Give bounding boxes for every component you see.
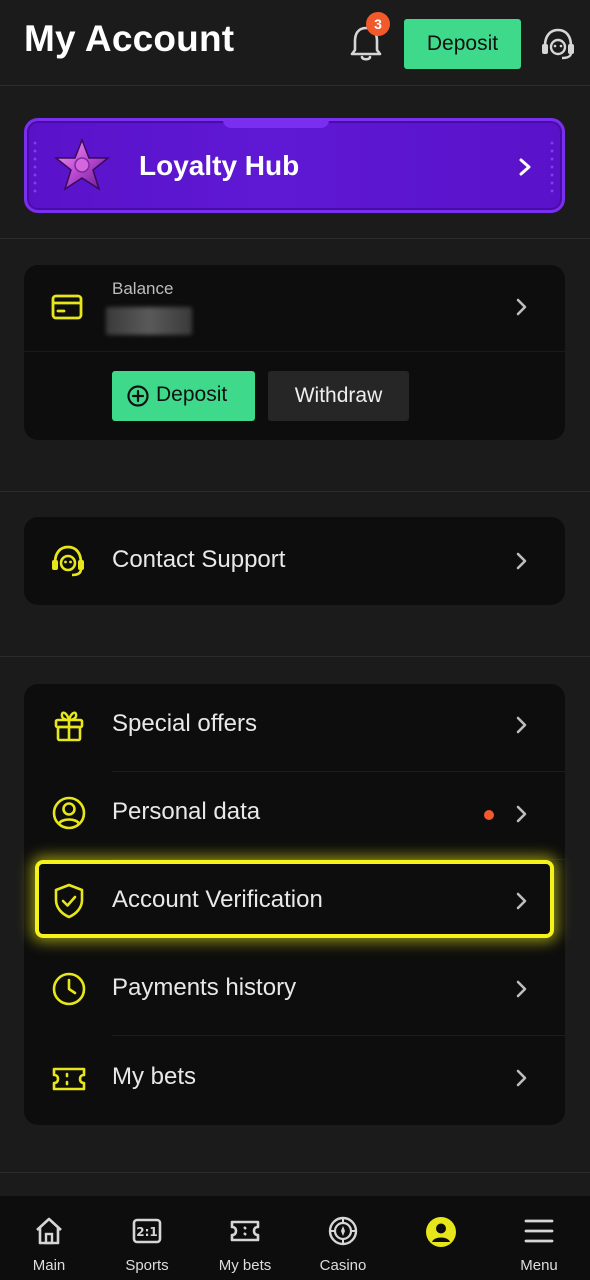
menu-item-label: My bets (112, 1063, 197, 1090)
menu-icon (524, 1219, 554, 1243)
menu-item-label: Special offers (112, 710, 257, 737)
user-circle-icon (52, 796, 86, 830)
chevron-right-icon (516, 716, 527, 734)
menu-item-payments-history[interactable]: Payments history (24, 948, 565, 1036)
chevron-right-icon (516, 980, 527, 998)
chevron-right-icon (516, 552, 527, 570)
banner-notch (223, 121, 329, 128)
deposit-button[interactable]: Deposit (112, 371, 255, 421)
nav-label: Main (32, 1257, 66, 1274)
nav-label: Casino (319, 1257, 367, 1274)
nav-label: Sports (125, 1257, 169, 1274)
gift-icon (54, 711, 84, 742)
credit-card-icon (51, 294, 83, 320)
chevron-right-icon (519, 158, 531, 176)
menu-item-my-bets[interactable]: My bets (24, 1036, 565, 1124)
balance-card: Balance Deposit Withdraw (24, 265, 565, 440)
divider (24, 351, 565, 352)
section-divider (0, 656, 590, 657)
ticket-icon (230, 1220, 260, 1242)
chevron-right-icon[interactable] (512, 294, 532, 320)
balance-label: Balance (112, 279, 174, 298)
roulette-icon (328, 1216, 358, 1246)
user-icon (426, 1217, 456, 1247)
nav-label (392, 1257, 490, 1274)
headset-icon (52, 545, 84, 577)
contact-support-row[interactable]: Contact Support (24, 517, 565, 605)
deposit-button-label: Deposit (156, 383, 228, 406)
scoreboard-icon: 2:1 (132, 1218, 162, 1244)
withdraw-button[interactable]: Withdraw (268, 371, 409, 421)
nav-item-account[interactable] (392, 1196, 490, 1280)
menu-item-label: Payments history (112, 974, 297, 1001)
ticket-icon (52, 1067, 86, 1091)
nav-label: My bets (218, 1257, 272, 1274)
star-icon (53, 137, 111, 191)
clock-icon (52, 972, 86, 1006)
decor-dots (548, 139, 558, 193)
nav-item-casino[interactable]: Casino (294, 1196, 392, 1280)
headset-icon[interactable] (538, 24, 578, 64)
loyalty-section: Loyalty Hub (0, 87, 590, 239)
loyalty-hub-banner[interactable]: Loyalty Hub (24, 118, 565, 213)
balance-amount-hidden (106, 307, 192, 335)
header: My Account 3 Deposit (0, 0, 590, 86)
alert-dot (484, 810, 494, 820)
menu-item-special-offers[interactable]: Special offers (24, 684, 565, 772)
nav-item-sports[interactable]: 2:1 Sports (98, 1196, 196, 1280)
section-divider (0, 491, 590, 492)
chevron-right-icon (516, 1069, 527, 1087)
decor-dots (31, 139, 41, 193)
contact-support-label: Contact Support (112, 546, 286, 573)
notification-badge: 3 (366, 12, 390, 36)
nav-label: Menu (520, 1257, 558, 1274)
plus-circle-icon (127, 385, 149, 407)
nav-item-menu[interactable]: Menu (490, 1196, 588, 1280)
chevron-right-icon (516, 805, 527, 823)
header-deposit-button[interactable]: Deposit (404, 19, 521, 69)
nav-item-main[interactable]: Main (0, 1196, 98, 1280)
menu-item-personal-data[interactable]: Personal data (24, 772, 565, 860)
nav-item-my-bets[interactable]: My bets (196, 1196, 294, 1280)
section-divider (0, 1172, 590, 1196)
highlight-frame (35, 860, 554, 938)
home-icon (36, 1217, 62, 1245)
menu-item-label: Personal data (112, 798, 261, 825)
account-menu-card: Special offers Personal data Account Ver… (24, 684, 565, 1125)
page-title: My Account (24, 18, 235, 59)
loyalty-hub-label: Loyalty Hub (139, 150, 300, 181)
svg-text:2:1: 2:1 (136, 1225, 158, 1239)
bottom-nav: Main 2:1 Sports My bets Casino Menu (0, 1196, 590, 1280)
